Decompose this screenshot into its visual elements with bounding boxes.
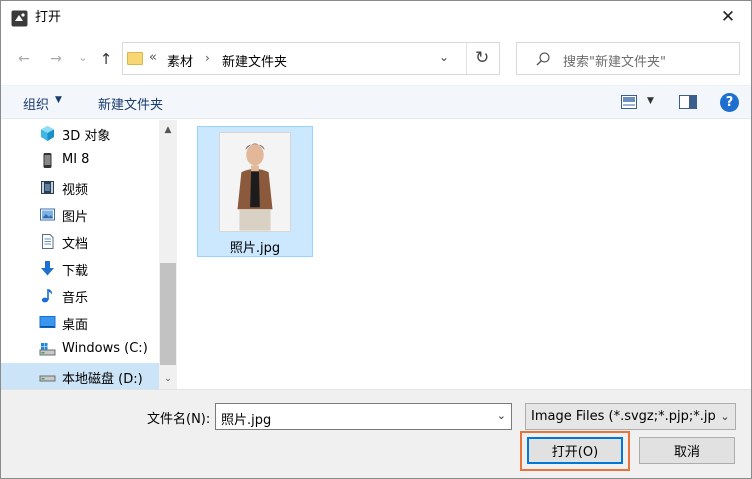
command-bar: 组织 ▼ 新建文件夹 ▼ ? [1, 85, 751, 119]
view-options-icon[interactable] [621, 95, 637, 109]
open-file-dialog: 打开 ✕ ← → ⌄ ↑ « 素材 › 新建文件夹 ⌄ ↻ 搜索"新建文件夹" … [0, 0, 752, 479]
forward-button[interactable]: → [47, 50, 65, 68]
chevron-down-icon: ⌄ [78, 50, 88, 64]
sidebar-item-label: 图片 [62, 210, 89, 225]
app-icon [11, 10, 28, 27]
up-button[interactable]: ↑ [97, 50, 115, 68]
sidebar-item-pictures[interactable]: 图片 [1, 201, 159, 228]
download-icon [41, 261, 54, 276]
arrow-right-icon: → [50, 51, 62, 67]
sidebar-item-mi8[interactable]: MI 8 [1, 147, 159, 174]
help-icon: ? [725, 95, 734, 110]
arrow-up-icon: ↑ [99, 50, 113, 68]
filename-label: 文件名(N): [147, 412, 211, 427]
address-dropdown-icon[interactable]: ⌄ [439, 50, 449, 64]
desktop-icon [39, 316, 56, 328]
dialog-footer: 文件名(N): 照片.jpg ⌄ Image Files (*.svgz;*.p… [1, 389, 751, 478]
music-icon [41, 289, 53, 303]
help-button[interactable]: ? [720, 93, 739, 112]
back-button[interactable]: ← [15, 50, 33, 68]
sidebar-item-label: 视频 [62, 183, 89, 198]
3d-objects-icon [41, 126, 54, 141]
address-divider [466, 43, 467, 74]
breadcrumb-separator-icon[interactable]: › [205, 51, 210, 65]
sidebar-item-drive-d[interactable]: 本地磁盘 (D:) [1, 363, 159, 390]
drive-icon [39, 375, 56, 382]
address-bar[interactable]: « 素材 › 新建文件夹 ⌄ ↻ [122, 42, 500, 75]
search-input[interactable]: 搜索"新建文件夹" [516, 42, 740, 75]
search-icon [536, 52, 550, 66]
phone-icon [43, 153, 52, 168]
file-type-dropdown-icon[interactable]: ⌄ [715, 404, 735, 429]
sidebar-item-label: 音乐 [62, 291, 89, 306]
drive-windows-icon [39, 343, 56, 356]
window-title: 打开 [35, 10, 62, 25]
sidebar-item-label: 桌面 [62, 318, 89, 333]
view-dropdown-icon[interactable]: ▼ [647, 96, 654, 106]
sidebar-item-label: 下载 [62, 264, 89, 279]
navigation-pane: 3D 对象 MI 8 视频 图片 文档 下载 音乐 桌面 Windows (C:… [1, 120, 177, 390]
nav-scrollbar[interactable]: ▲ ⌄ [159, 120, 177, 389]
close-button[interactable]: ✕ [705, 1, 751, 33]
breadcrumb-item-sucai[interactable]: 素材 [167, 51, 193, 70]
title-bar: 打开 ✕ [1, 1, 751, 35]
organize-menu[interactable]: 组织 [23, 94, 49, 113]
file-type-value: Image Files (*.svgz;*.pjp;*.jpeg [531, 409, 733, 424]
file-item[interactable]: 照片.jpg [197, 126, 313, 257]
open-button[interactable]: 打开(O) [527, 437, 623, 464]
folder-icon [127, 52, 143, 65]
close-icon: ✕ [720, 7, 736, 27]
arrow-left-icon: ← [18, 51, 30, 67]
organize-dropdown-icon[interactable]: ▼ [55, 95, 62, 105]
scroll-up-icon[interactable]: ▲ [159, 122, 177, 138]
sidebar-item-music[interactable]: 音乐 [1, 282, 159, 309]
file-name: 照片.jpg [229, 241, 281, 256]
cancel-button[interactable]: 取消 [639, 437, 735, 464]
breadcrumb-overflow[interactable]: « [149, 50, 157, 65]
sidebar-item-label: MI 8 [62, 152, 90, 167]
sidebar-item-videos[interactable]: 视频 [1, 174, 159, 201]
sidebar-item-drive-c[interactable]: Windows (C:) [1, 336, 159, 363]
filename-input[interactable]: 照片.jpg ⌄ [215, 403, 512, 430]
photo-thumbnail [219, 132, 291, 232]
scrollbar-thumb[interactable] [160, 263, 176, 365]
documents-icon [42, 234, 54, 249]
file-list: 照片.jpg [177, 120, 751, 389]
search-placeholder: 搜索"新建文件夹" [563, 55, 666, 70]
file-type-select[interactable]: Image Files (*.svgz;*.pjp;*.jpeg ⌄ [525, 403, 736, 430]
sidebar-item-label: 文档 [62, 237, 89, 252]
refresh-icon[interactable]: ↻ [475, 48, 489, 68]
pictures-icon [40, 208, 55, 221]
preview-pane-icon[interactable] [679, 95, 697, 109]
filename-value: 照片.jpg [221, 413, 272, 428]
recent-locations-button[interactable]: ⌄ [74, 48, 92, 66]
sidebar-item-3d-objects[interactable]: 3D 对象 [1, 120, 159, 147]
filename-dropdown-icon[interactable]: ⌄ [497, 409, 506, 422]
sidebar-item-label: 本地磁盘 (D:) [62, 372, 143, 387]
sidebar-item-label: Windows (C:) [62, 341, 148, 356]
sidebar-item-desktop[interactable]: 桌面 [1, 309, 159, 336]
video-icon [41, 181, 54, 194]
new-folder-button[interactable]: 新建文件夹 [98, 94, 163, 113]
sidebar-item-documents[interactable]: 文档 [1, 228, 159, 255]
breadcrumb-item-new-folder[interactable]: 新建文件夹 [222, 51, 287, 70]
scroll-down-icon[interactable]: ⌄ [159, 371, 177, 387]
sidebar-item-downloads[interactable]: 下载 [1, 255, 159, 282]
sidebar-item-label: 3D 对象 [62, 129, 111, 144]
